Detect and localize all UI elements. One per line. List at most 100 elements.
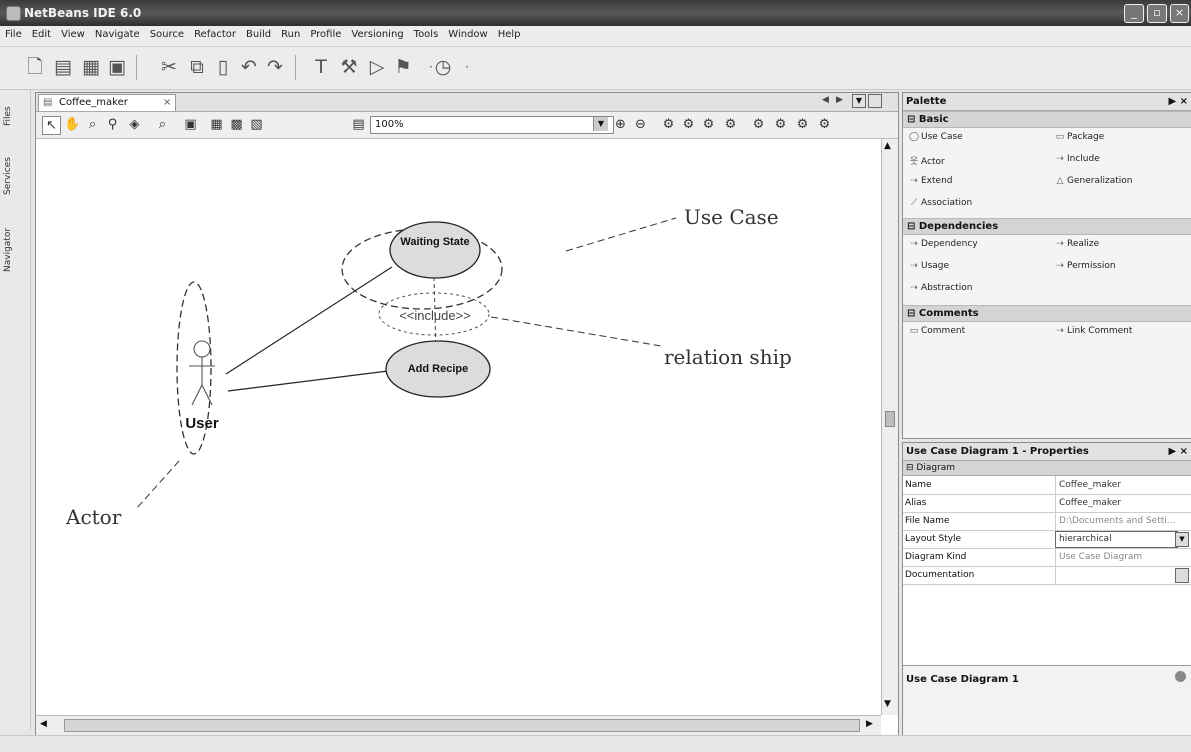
menu-window[interactable]: Window <box>443 26 492 40</box>
menu-refactor[interactable]: Refactor <box>189 26 241 40</box>
scroll-down-icon[interactable]: ▼ <box>884 699 891 709</box>
menu-edit[interactable]: Edit <box>27 26 56 40</box>
menu-profile[interactable]: Profile <box>305 26 346 40</box>
side-tab-services[interactable]: Services <box>3 148 25 204</box>
maximize-window-icon[interactable] <box>868 94 882 108</box>
export-image-icon[interactable]: ▦ <box>208 116 225 133</box>
show-friendly-names-icon[interactable]: ⚙ <box>772 116 789 133</box>
side-tab-navigator[interactable]: Navigator <box>3 220 25 280</box>
layout-orthogonal-icon[interactable]: ⚙ <box>680 116 697 133</box>
menu-versioning[interactable]: Versioning <box>346 26 408 40</box>
tab-scroll-left-icon[interactable]: ◀ <box>822 95 829 105</box>
properties-minimize-icon[interactable]: ▶ × <box>1168 443 1188 460</box>
paste-icon[interactable]: ▯ <box>212 56 234 78</box>
zoom-fit-icon[interactable]: ⌕ <box>154 116 171 133</box>
zoom-out-icon[interactable]: ⊖ <box>632 116 649 133</box>
run-icon[interactable]: ▷ <box>366 56 388 78</box>
vertical-scrollbar[interactable]: ▲ ▼ <box>881 139 898 715</box>
tab-list-dropdown-icon[interactable]: ▼ <box>852 94 866 108</box>
use-case-add-recipe-label[interactable]: Add Recipe <box>388 363 488 375</box>
profile-icon[interactable]: ◷ <box>432 56 454 78</box>
palette-item-include[interactable]: ⇢ Include <box>1053 154 1100 164</box>
scroll-up-icon[interactable]: ▲ <box>884 141 891 151</box>
copy-icon[interactable]: ⧉ <box>186 56 208 78</box>
palette-category-comments[interactable]: ⊟ Comments <box>903 305 1191 322</box>
zoom-in-icon[interactable]: ⊕ <box>612 116 629 133</box>
palette-item-actor[interactable]: 웃 Actor <box>907 154 945 167</box>
menu-run[interactable]: Run <box>276 26 305 40</box>
side-tab-files[interactable]: Files <box>3 96 25 136</box>
help-icon[interactable] <box>1175 671 1186 682</box>
palette-category-basic[interactable]: ⊟ Basic <box>903 111 1191 128</box>
new-project-icon[interactable]: ▤ <box>52 56 74 78</box>
menu-build[interactable]: Build <box>241 26 276 40</box>
palette-item-use-case[interactable]: ◯ Use Case <box>907 132 963 142</box>
editor-tab-coffee-maker[interactable]: ▤ Coffee_maker × <box>38 94 176 111</box>
layout-symmetric-icon[interactable]: ⚙ <box>700 116 717 133</box>
palette-item-comment[interactable]: ▭ Comment <box>907 326 965 336</box>
clean-build-icon[interactable]: ⚒ <box>338 56 360 78</box>
minimize-icon[interactable]: _ <box>1124 4 1144 23</box>
overview-icon[interactable]: ▣ <box>182 116 199 133</box>
palette-item-link-comment[interactable]: ⇢ Link Comment <box>1053 326 1132 336</box>
interactive-zoom-icon[interactable]: ⚲ <box>104 116 121 133</box>
open-project-icon[interactable]: ▦ <box>80 56 102 78</box>
scroll-left-icon[interactable]: ◀ <box>40 719 47 729</box>
close-icon[interactable]: × <box>1170 4 1189 23</box>
cut-icon[interactable]: ✂ <box>158 56 180 78</box>
palette-item-realize[interactable]: ⇢ Realize <box>1053 239 1099 249</box>
horizontal-scrollbar[interactable]: ◀ ▶ <box>36 715 881 735</box>
print-preview-icon[interactable]: ▧ <box>248 116 265 133</box>
menu-file[interactable]: File <box>0 26 27 40</box>
palette-item-usage[interactable]: ⇢ Usage <box>907 261 949 271</box>
select-tool-icon[interactable]: ↖ <box>42 116 61 135</box>
zoom-combo-icon[interactable]: ▤ <box>350 116 367 133</box>
property-row-name[interactable]: Name Coffee_maker <box>903 476 1191 495</box>
zoom-dropdown-icon[interactable]: ▼ <box>593 117 608 131</box>
diagram-canvas[interactable]: Waiting State Add Recipe <<include>> Use… <box>36 139 881 715</box>
build-hammer-icon[interactable]: T <box>310 56 332 78</box>
documentation-edit-icon[interactable] <box>1175 568 1189 583</box>
menu-view[interactable]: View <box>56 26 90 40</box>
scroll-right-icon[interactable]: ▶ <box>866 719 873 729</box>
sync-elements-icon[interactable]: ⚙ <box>794 116 811 133</box>
properties-section-diagram[interactable]: ⊟ Diagram <box>903 461 1191 476</box>
property-row-file-name[interactable]: File Name D:\Documents and Setti... <box>903 512 1191 531</box>
profile-dropdown-icon[interactable]: · <box>456 56 478 78</box>
palette-item-abstraction[interactable]: ⇢ Abstraction <box>907 283 972 293</box>
property-row-documentation[interactable]: Documentation <box>903 566 1191 585</box>
horizontal-scroll-thumb[interactable] <box>64 719 860 732</box>
undo-icon[interactable]: ↶ <box>238 56 260 78</box>
property-row-diagram-kind[interactable]: Diagram Kind Use Case Diagram <box>903 548 1191 567</box>
print-icon[interactable]: ▩ <box>228 116 245 133</box>
menu-navigate[interactable]: Navigate <box>90 26 145 40</box>
tab-scroll-right-icon[interactable]: ▶ <box>836 95 843 105</box>
palette-item-generalization[interactable]: △ Generalization <box>1053 176 1133 186</box>
layout-hierarchical-icon[interactable]: ⚙ <box>660 116 677 133</box>
palette-minimize-icon[interactable]: ▶ × <box>1168 93 1188 110</box>
property-row-alias[interactable]: Alias Coffee_maker <box>903 494 1191 513</box>
menu-tools[interactable]: Tools <box>409 26 444 40</box>
pan-tool-icon[interactable]: ✋ <box>64 116 81 133</box>
layout-incremental-icon[interactable]: ⚙ <box>722 116 739 133</box>
palette-item-dependency[interactable]: ⇢ Dependency <box>907 239 977 249</box>
actor-user-label[interactable]: User <box>174 415 230 432</box>
vertical-scroll-thumb[interactable] <box>885 411 895 427</box>
palette-item-association[interactable]: ⟋ Association <box>907 198 972 208</box>
new-file-icon[interactable]: 🗋 <box>24 56 46 78</box>
marquee-zoom-icon[interactable]: ⌕ <box>84 116 101 133</box>
redo-icon[interactable]: ↷ <box>264 56 286 78</box>
property-row-layout-style[interactable]: Layout Style hierarchical ▼ <box>903 530 1191 549</box>
navigate-link-icon[interactable]: ◈ <box>126 116 143 133</box>
menu-source[interactable]: Source <box>145 26 189 40</box>
save-all-icon[interactable]: ▣ <box>106 56 128 78</box>
zoom-field[interactable]: 100% <box>370 116 614 134</box>
palette-item-permission[interactable]: ⇢ Permission <box>1053 261 1115 271</box>
relationship-discovery-icon[interactable]: ⚙ <box>750 116 767 133</box>
maximize-icon[interactable]: ▫ <box>1147 4 1167 23</box>
palette-item-extend[interactable]: ⇢ Extend <box>907 176 952 186</box>
tab-close-icon[interactable]: × <box>163 95 171 111</box>
layout-style-dropdown-icon[interactable]: ▼ <box>1175 532 1189 547</box>
use-case-waiting-state-label[interactable]: Waiting State <box>390 235 480 249</box>
palette-item-package[interactable]: ▭ Package <box>1053 132 1105 142</box>
